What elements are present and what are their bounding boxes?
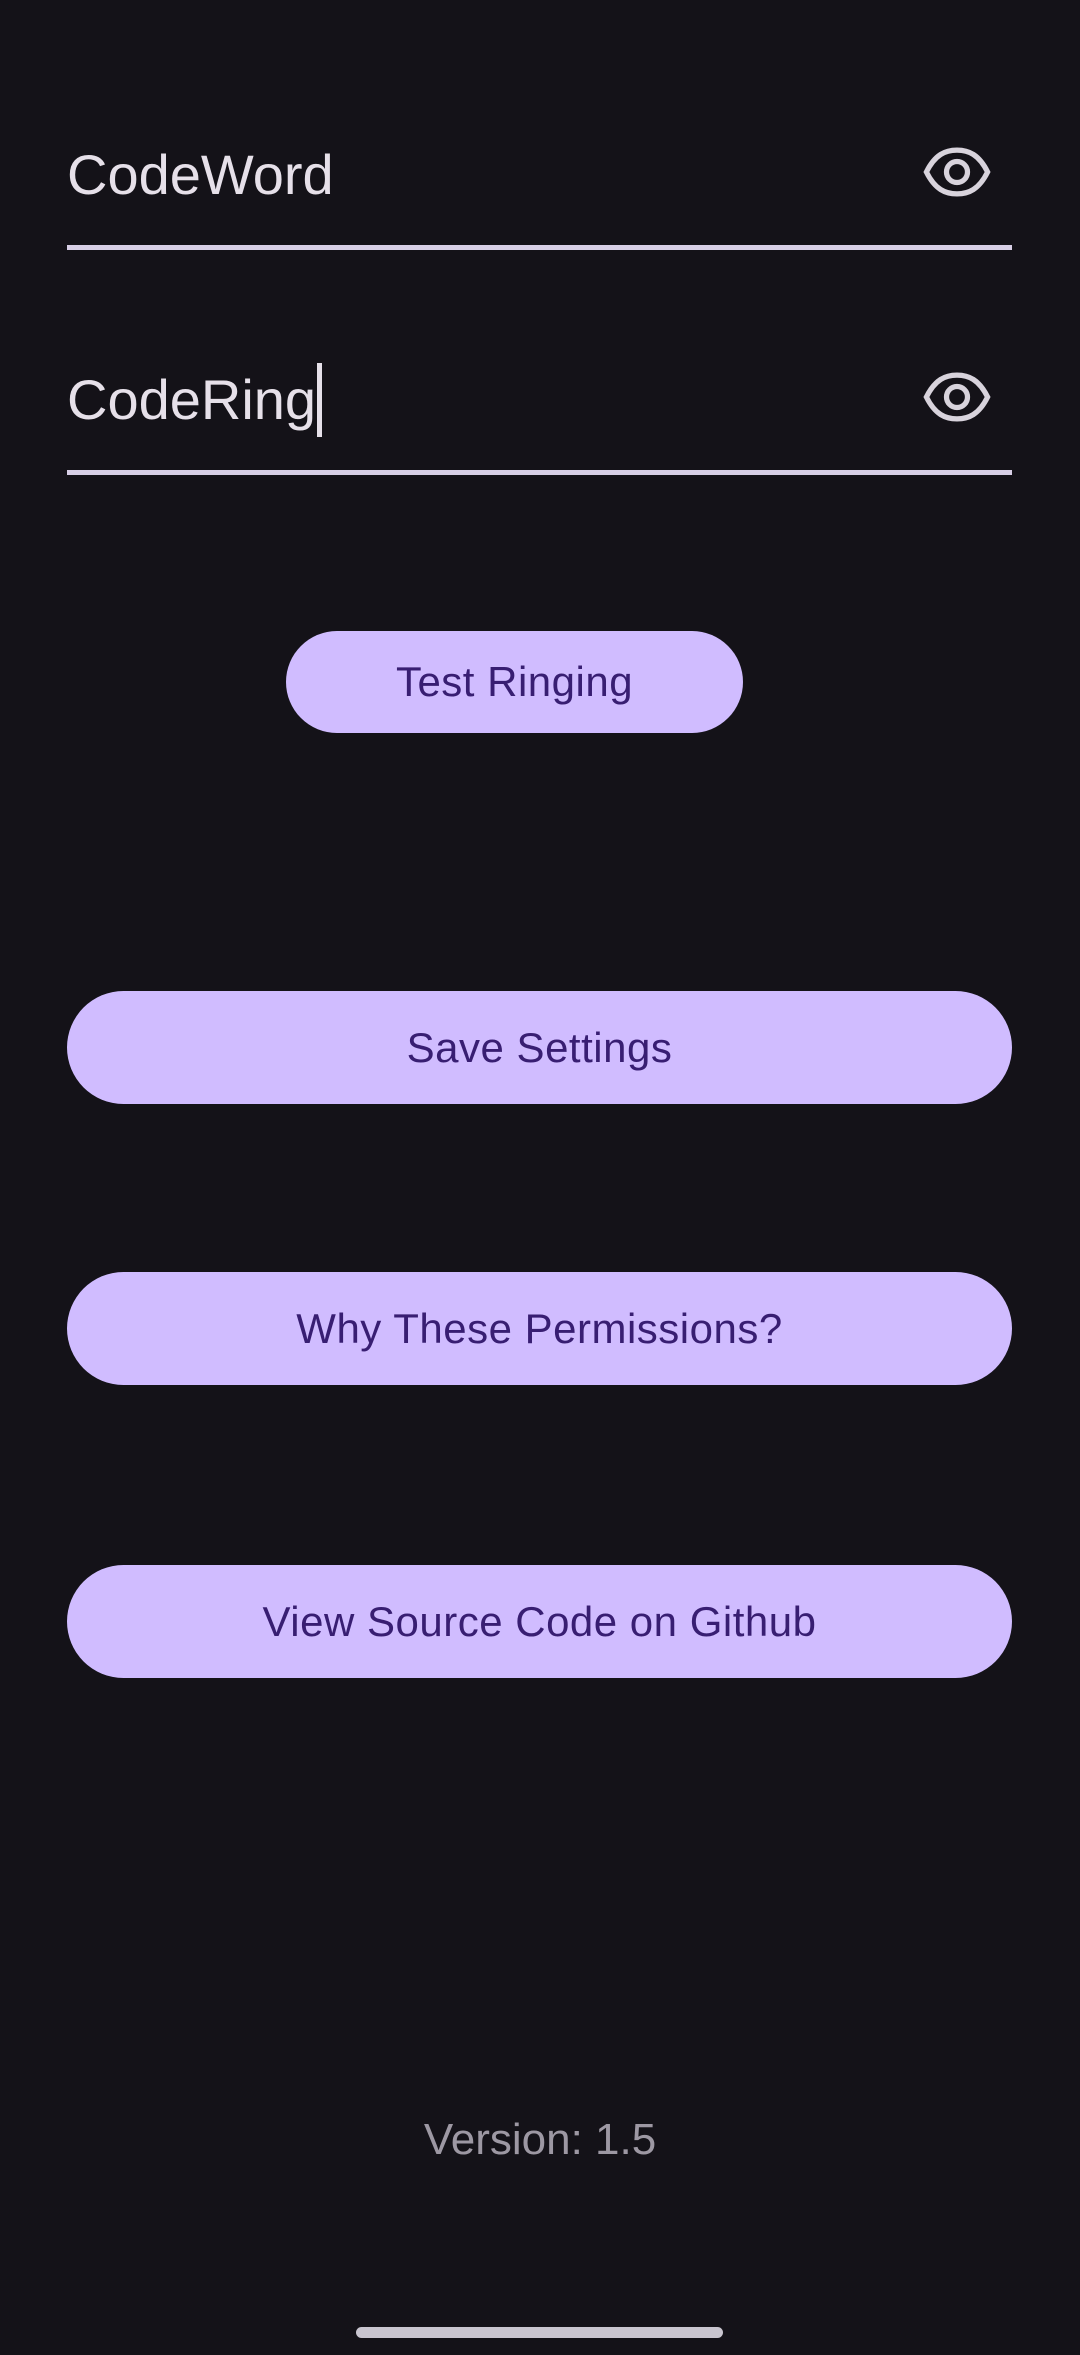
eye-icon[interactable] [922, 362, 992, 432]
home-indicator[interactable] [356, 2327, 723, 2338]
codeword-input-text[interactable]: CodeWord [67, 100, 334, 250]
codering-input-text[interactable]: CodeRing [67, 325, 323, 475]
view-source-button[interactable]: View Source Code on Github [67, 1565, 1012, 1678]
codering-field[interactable]: CodeRing [67, 325, 1012, 475]
save-settings-button[interactable]: Save Settings [67, 991, 1012, 1104]
version-label: Version: 1.5 [423, 2115, 657, 2164]
why-permissions-button[interactable]: Why These Permissions? [67, 1272, 1012, 1385]
test-ringing-button[interactable]: Test Ringing [286, 631, 743, 733]
codeword-underline [67, 245, 1012, 250]
text-cursor [317, 363, 323, 438]
eye-icon[interactable] [922, 137, 992, 207]
codeword-field[interactable]: CodeWord [67, 100, 1012, 250]
codering-underline [67, 470, 1012, 475]
